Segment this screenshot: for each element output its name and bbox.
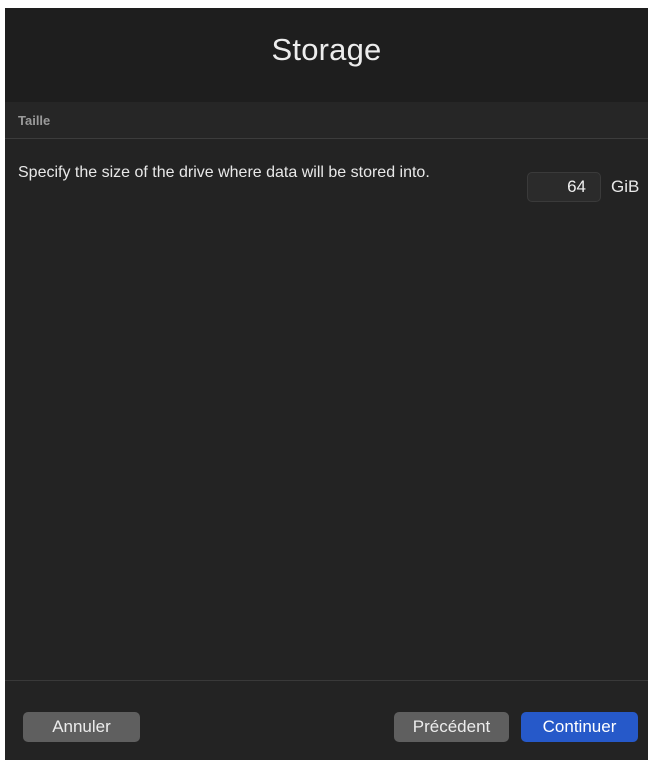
dialog-title: Storage <box>271 32 382 67</box>
section-header: Taille <box>5 102 648 139</box>
size-unit-label: GiB <box>611 177 640 196</box>
continue-button[interactable]: Continuer <box>521 712 638 742</box>
title-bar: Storage <box>5 8 648 102</box>
footer: Annuler Précédent Continuer <box>5 681 648 760</box>
back-button[interactable]: Précédent <box>394 712 509 742</box>
storage-content: Specify the size of the drive where data… <box>5 139 648 679</box>
section-label-size: Taille <box>18 113 51 128</box>
cancel-button[interactable]: Annuler <box>23 712 140 742</box>
storage-description: Specify the size of the drive where data… <box>18 164 430 181</box>
storage-dialog: Storage Taille Specify the size of the d… <box>5 8 648 760</box>
drive-size-input[interactable] <box>527 172 601 202</box>
